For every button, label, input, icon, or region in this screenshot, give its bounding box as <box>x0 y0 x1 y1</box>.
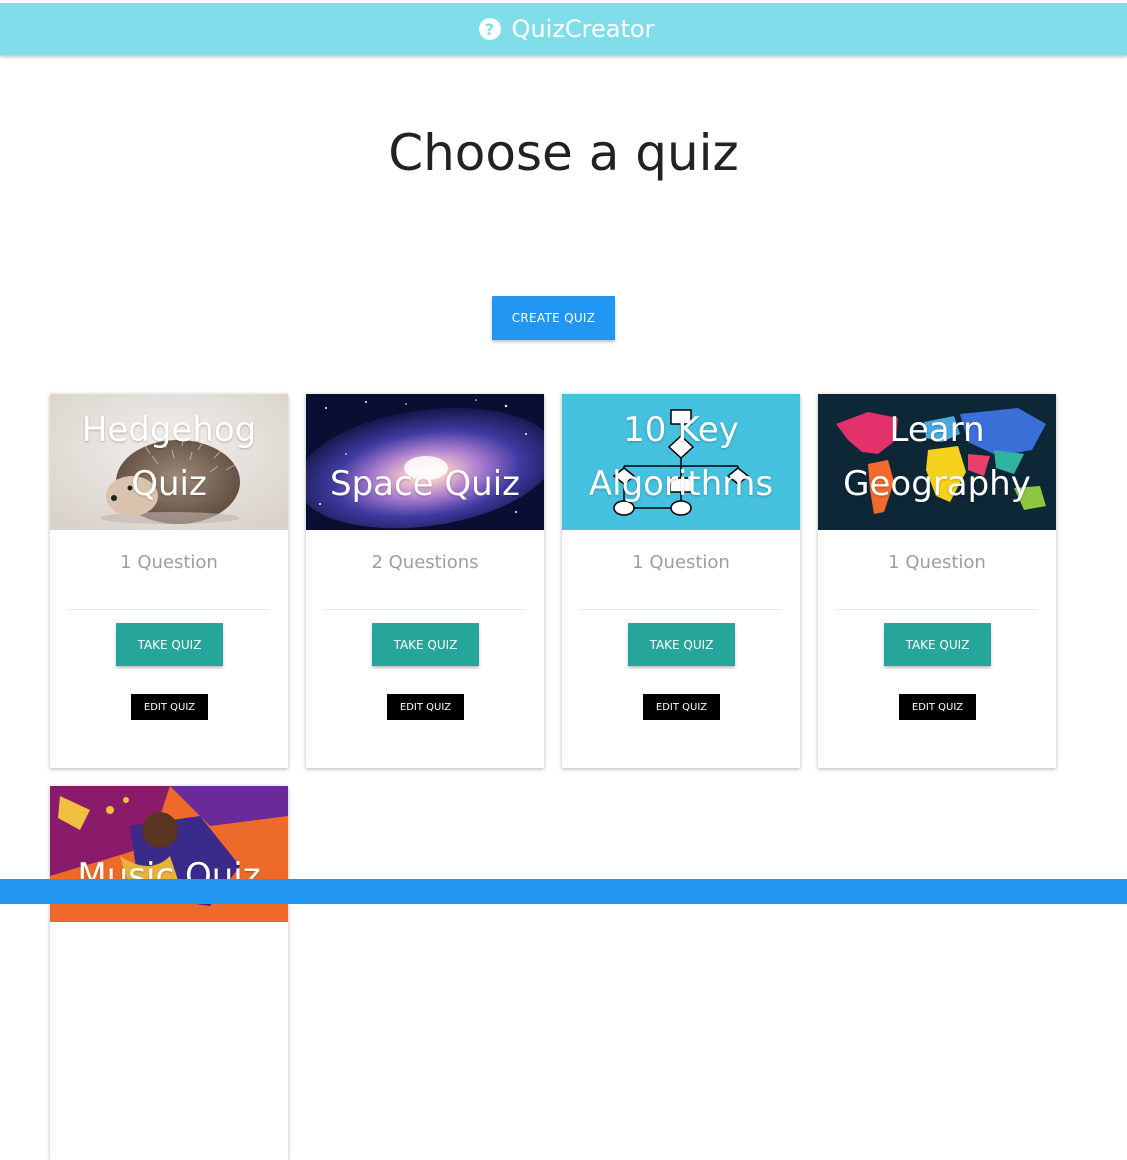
take-quiz-button[interactable]: TAKE QUIZ <box>884 623 991 666</box>
edit-quiz-button[interactable]: EDIT QUIZ <box>899 694 976 720</box>
card-divider <box>325 609 525 610</box>
edit-quiz-button[interactable]: EDIT QUIZ <box>131 694 208 720</box>
question-count: 1 Question <box>888 552 986 573</box>
card-divider <box>581 609 781 610</box>
quiz-card-hedgehog: Hedgehog Quiz 1 Question TAKE QUIZ EDIT … <box>50 394 288 768</box>
card-divider <box>69 609 269 610</box>
question-count: 1 Question <box>632 552 730 573</box>
footer-bar <box>0 879 1127 904</box>
quiz-card-algorithms: 10 Key Algorithms 1 Question TAKE QUIZ E… <box>562 394 800 768</box>
page-title: Choose a quiz <box>388 124 739 182</box>
brand-name: QuizCreator <box>511 15 655 43</box>
question-count: 2 Questions <box>371 552 479 573</box>
take-quiz-button[interactable]: TAKE QUIZ <box>628 623 735 666</box>
quiz-card-image: Learn Geography <box>818 394 1056 530</box>
edit-quiz-button[interactable]: EDIT QUIZ <box>643 694 720 720</box>
quiz-card-title: Learn Geography <box>843 410 1031 504</box>
quiz-card-image: 10 Key Algorithms <box>562 394 800 530</box>
card-divider <box>837 609 1037 610</box>
quiz-card-geography: Learn Geography 1 Question TAKE QUIZ EDI… <box>818 394 1056 768</box>
brand-link[interactable]: ? QuizCreator <box>478 15 655 43</box>
question-count: 1 Question <box>120 552 218 573</box>
quiz-card-music: Music Quiz <box>50 786 288 1160</box>
question-circle-icon: ? <box>478 18 501 40</box>
take-quiz-button[interactable]: TAKE QUIZ <box>372 623 479 666</box>
create-quiz-button[interactable]: CREATE QUIZ <box>492 296 615 340</box>
take-quiz-button[interactable]: TAKE QUIZ <box>116 623 223 666</box>
top-nav-bar: ? QuizCreator <box>0 3 1127 55</box>
edit-quiz-button[interactable]: EDIT QUIZ <box>387 694 464 720</box>
quiz-card-space: Space Quiz 2 Questions TAKE QUIZ EDIT QU… <box>306 394 544 768</box>
quiz-card-title: Space Quiz <box>329 464 521 504</box>
quiz-card-image: Space Quiz <box>306 394 544 530</box>
quiz-card-title: 10 Key Algorithms <box>588 410 774 504</box>
quiz-card-title: Hedgehog Quiz <box>81 410 257 504</box>
quiz-card-image: Hedgehog Quiz <box>50 394 288 530</box>
